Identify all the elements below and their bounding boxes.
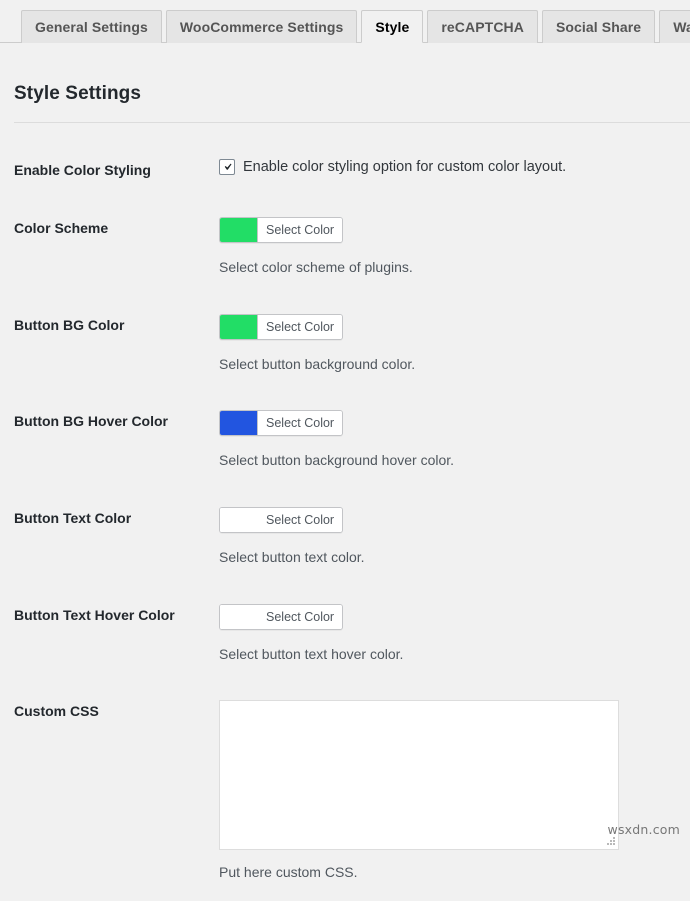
tab-woocommerce-settings[interactable]: WooCommerce Settings	[166, 10, 358, 43]
button-bg-color-select-label: Select Color	[258, 315, 342, 339]
label-enable-color-styling: Enable Color Styling	[0, 141, 219, 199]
row-enable-color-styling: Enable Color Styling Enable color stylin…	[0, 141, 690, 199]
button-text-color-picker[interactable]: Select Color	[219, 507, 343, 533]
button-text-hover-color-description: Select button text hover color.	[219, 645, 680, 665]
button-text-color-description: Select button text color.	[219, 548, 680, 568]
tab-wallet[interactable]: Wallet	[659, 10, 690, 43]
button-bg-hover-color-swatch	[220, 411, 258, 435]
style-settings-form: Enable Color Styling Enable color stylin…	[0, 141, 690, 901]
button-bg-hover-color-select-label: Select Color	[258, 411, 342, 435]
label-color-scheme: Color Scheme	[0, 199, 219, 296]
settings-tab-bar: General Settings WooCommerce Settings St…	[0, 0, 690, 43]
button-text-color-swatch	[220, 508, 258, 532]
enable-color-styling-checkbox-label: Enable color styling option for custom c…	[243, 159, 566, 175]
color-scheme-select-label: Select Color	[258, 218, 342, 242]
title-divider	[14, 122, 690, 123]
enable-color-styling-checkbox[interactable]	[219, 159, 235, 175]
row-button-bg-color: Button BG Color Select Color Select butt…	[0, 296, 690, 393]
button-text-hover-color-swatch	[220, 605, 258, 629]
site-watermark: wsxdn.com	[608, 822, 680, 837]
tab-social-share[interactable]: Social Share	[542, 10, 655, 43]
tab-style[interactable]: Style	[361, 10, 423, 43]
button-bg-color-picker[interactable]: Select Color	[219, 314, 343, 340]
row-button-text-hover-color: Button Text Hover Color Select Color Sel…	[0, 586, 690, 683]
color-scheme-picker[interactable]: Select Color	[219, 217, 343, 243]
row-button-text-color: Button Text Color Select Color Select bu…	[0, 489, 690, 586]
button-bg-hover-color-picker[interactable]: Select Color	[219, 410, 343, 436]
label-button-text-hover-color: Button Text Hover Color	[0, 586, 219, 683]
label-button-bg-hover-color: Button BG Hover Color	[0, 392, 219, 489]
custom-css-wrapper	[219, 700, 619, 850]
label-custom-css: Custom CSS	[0, 682, 219, 901]
row-custom-css: Custom CSS Put here custom CSS.	[0, 682, 690, 901]
label-button-bg-color: Button BG Color	[0, 296, 219, 393]
color-scheme-description: Select color scheme of plugins.	[219, 258, 680, 278]
button-text-color-select-label: Select Color	[258, 508, 342, 532]
button-text-hover-color-picker[interactable]: Select Color	[219, 604, 343, 630]
page-title: Style Settings	[0, 43, 690, 105]
color-scheme-swatch	[220, 218, 258, 242]
row-button-bg-hover-color: Button BG Hover Color Select Color Selec…	[0, 392, 690, 489]
checkmark-icon	[221, 160, 234, 174]
label-button-text-color: Button Text Color	[0, 489, 219, 586]
enable-color-styling-control[interactable]: Enable color styling option for custom c…	[219, 159, 680, 175]
row-color-scheme: Color Scheme Select Color Select color s…	[0, 199, 690, 296]
tab-recaptcha[interactable]: reCAPTCHA	[427, 10, 538, 43]
button-bg-color-swatch	[220, 315, 258, 339]
tab-general-settings[interactable]: General Settings	[21, 10, 162, 43]
button-text-hover-color-select-label: Select Color	[258, 605, 342, 629]
custom-css-input[interactable]	[219, 700, 619, 850]
button-bg-hover-color-description: Select button background hover color.	[219, 451, 680, 471]
custom-css-description: Put here custom CSS.	[219, 863, 680, 883]
button-bg-color-description: Select button background color.	[219, 355, 680, 375]
